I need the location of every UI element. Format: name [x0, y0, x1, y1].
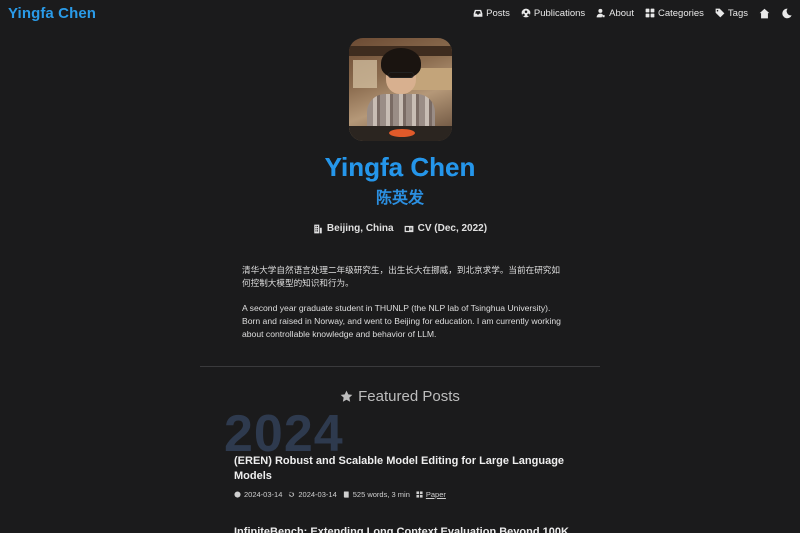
bio-section: 清华大学自然语言处理二年级研究生，出生长大在挪威，到北京求学。当前在研究如何控制…	[242, 264, 562, 341]
post-category: Paper	[416, 490, 446, 499]
grid-icon	[645, 8, 655, 18]
nav-item-categories[interactable]: Categories	[645, 8, 704, 19]
profile-name-chinese: 陈英发	[375, 190, 424, 207]
tag-icon	[715, 8, 725, 18]
home-icon	[759, 8, 770, 18]
nav-item-label: Tags	[727, 7, 748, 19]
nav-item-posts[interactable]: Posts	[473, 8, 510, 19]
theme-toggle-button[interactable]	[781, 8, 792, 19]
nav-item-label: Posts	[486, 7, 510, 19]
calendar-plus-icon	[234, 491, 241, 498]
id-card-icon	[404, 225, 413, 232]
featured-posts-title: Featured Posts	[358, 388, 460, 405]
refresh-icon	[289, 491, 295, 497]
rocket-icon	[521, 8, 531, 18]
year-watermark: 2024	[224, 405, 344, 463]
post-item: (EREN) Robust and Scalable Model Editing…	[234, 454, 574, 499]
post-category-link[interactable]: Paper	[426, 490, 446, 499]
profile-name: Yingfa Chen	[324, 152, 476, 182]
nav-item-label: Categories	[657, 7, 704, 19]
nav-item-about[interactable]: About	[596, 8, 634, 19]
profile-meta: Beijing, China CV (Dec, 2022)	[313, 223, 487, 234]
site-brand-link[interactable]: Yingfa Chen	[8, 5, 96, 22]
avatar	[348, 38, 452, 141]
post-word-count: 525 words, 3 min	[343, 490, 410, 499]
nav-item-publications[interactable]: Publications	[521, 8, 585, 19]
post-title-link[interactable]: (EREN) Robust and Scalable Model Editing…	[234, 454, 574, 484]
post-updated-text: 2024-03-14	[298, 490, 337, 499]
user-icon	[596, 8, 605, 18]
home-button[interactable]	[759, 8, 770, 19]
location: Beijing, China	[313, 223, 394, 234]
post-meta: 2024-03-14 2024-03-14 525 words, 3 min P…	[234, 490, 574, 499]
featured-posts-heading: Featured Posts	[0, 388, 800, 405]
bio-english: A second year graduate student in THUNLP…	[242, 303, 561, 339]
post-published-date: 2024-03-14	[234, 490, 282, 499]
post-word-count-text: 525 words, 3 min	[352, 490, 410, 499]
cv-link[interactable]: CV (Dec, 2022)	[404, 223, 487, 234]
post-item: InfiniteBench: Extending Long Context Ev…	[234, 525, 574, 533]
archive-icon	[473, 9, 483, 17]
nav-item-label: About	[609, 7, 634, 19]
book-icon	[343, 491, 349, 498]
nav-menu: Posts Publications About Categories Tags	[473, 8, 792, 19]
cv-link-label: CV (Dec, 2022)	[417, 223, 488, 234]
profile-header: Yingfa Chen 陈英发 Beijing, China CV (Dec, …	[0, 38, 800, 234]
bio-chinese: 清华大学自然语言处理二年级研究生，出生长大在挪威，到北京求学。当前在研究如何控制…	[242, 265, 560, 288]
building-icon	[314, 224, 322, 233]
navbar: Yingfa Chen Posts Publications About Cat…	[0, 0, 800, 26]
divider	[200, 366, 600, 367]
nav-item-label: Publications	[533, 7, 586, 19]
post-title-link[interactable]: InfiniteBench: Extending Long Context Ev…	[234, 525, 574, 533]
moon-icon	[782, 8, 792, 18]
star-icon	[340, 390, 353, 402]
nav-item-tags[interactable]: Tags	[715, 8, 748, 19]
grid-icon	[416, 491, 423, 498]
post-updated-date: 2024-03-14	[288, 490, 337, 499]
location-text: Beijing, China	[326, 223, 394, 234]
post-published-text: 2024-03-14	[244, 490, 283, 499]
